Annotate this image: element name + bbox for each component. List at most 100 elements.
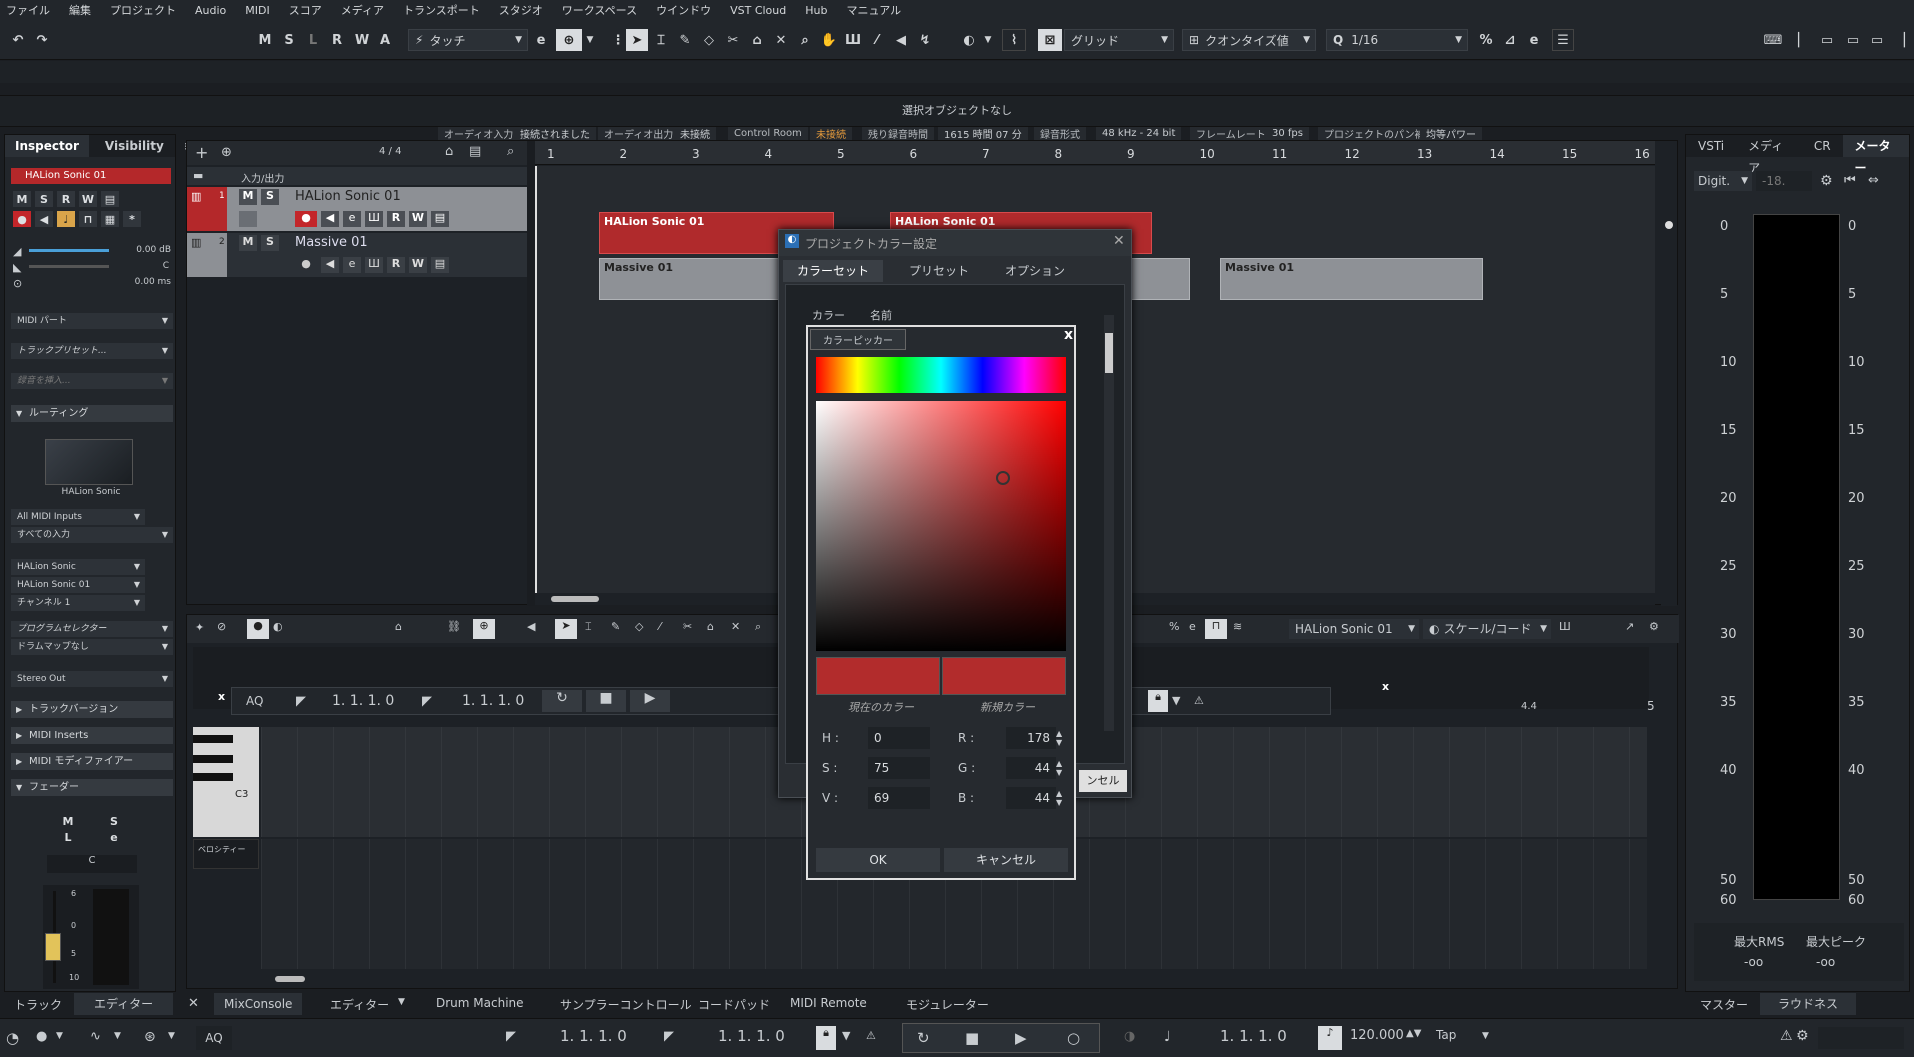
- chevron-down-icon[interactable]: ▼: [168, 1031, 175, 1041]
- settings-icon[interactable]: ⚙: [1796, 1028, 1809, 1044]
- track-preset-dropdown[interactable]: トラックプリセット... ▼: [11, 343, 173, 359]
- auto-quantize-button[interactable]: AQ: [196, 1026, 232, 1050]
- track-edit-icon[interactable]: e: [343, 257, 361, 273]
- snap-icon[interactable]: ⊕: [473, 619, 495, 639]
- frame-rate-value[interactable]: 30 fps: [1266, 125, 1309, 141]
- control-room-value[interactable]: 未接続: [810, 125, 852, 141]
- tab-cr[interactable]: CR: [1802, 135, 1843, 157]
- menu-item[interactable]: マニュアル: [846, 2, 901, 18]
- section-midi-inserts[interactable]: MIDI Inserts: [11, 727, 173, 744]
- g-stepper-icon[interactable]: ▲ ▼: [1056, 759, 1062, 777]
- snap-icon[interactable]: ⊠: [1038, 29, 1062, 51]
- aq-button[interactable]: AQ: [246, 694, 263, 708]
- menu-item[interactable]: MIDI: [245, 4, 269, 17]
- r-stepper-icon[interactable]: ▲ ▼: [1056, 729, 1062, 747]
- automation-mode-dropdown[interactable]: ⚡ タッチ ▼: [408, 29, 528, 51]
- tab-inspector[interactable]: Inspector: [5, 135, 89, 157]
- track-monitor-icon[interactable]: ◀: [321, 211, 339, 227]
- tab-modulator[interactable]: モジュレーター: [906, 996, 989, 1013]
- volume-slider[interactable]: [29, 249, 109, 252]
- punch-in-icon[interactable]: ◑: [1124, 1029, 1135, 1044]
- track-record-icon[interactable]: ●: [295, 257, 317, 273]
- stereo-out-dropdown[interactable]: Stereo Out ▼: [11, 671, 173, 687]
- draw-line-tool-icon[interactable]: ⁄: [866, 29, 888, 51]
- track-monitor-icon[interactable]: ◀: [321, 257, 339, 273]
- tab-visibility[interactable]: Visibility: [95, 135, 174, 157]
- tab-vsti[interactable]: VSTi: [1686, 135, 1736, 157]
- iq-icon[interactable]: %: [1169, 620, 1179, 633]
- chevron-down-icon[interactable]: ▼: [56, 1031, 63, 1041]
- picker-handle[interactable]: [996, 471, 1010, 485]
- quantize-type-dropdown[interactable]: ⊞ クオンタイズ値 ▼: [1182, 29, 1316, 51]
- stop-icon[interactable]: ■: [586, 690, 626, 712]
- track-name[interactable]: Massive 01: [295, 235, 368, 250]
- volume-value[interactable]: 0.00 dB: [136, 245, 171, 255]
- quantize-value-dropdown[interactable]: Q 1/16 ▼: [1326, 29, 1468, 51]
- right-position[interactable]: 1. 1. 1. 0: [462, 693, 524, 709]
- menu-item[interactable]: ワークスペース: [562, 2, 637, 18]
- menu-item[interactable]: VST Cloud: [730, 4, 786, 17]
- tab-track[interactable]: トラック: [14, 996, 62, 1013]
- zoom-tool-icon[interactable]: ⌕: [755, 620, 761, 634]
- s-field[interactable]: 75: [868, 757, 930, 779]
- scissors-tool-icon[interactable]: ✂: [683, 620, 692, 633]
- track-solo-button[interactable]: S: [261, 189, 279, 205]
- tempo-track-icon[interactable]: ♪: [1318, 1026, 1342, 1050]
- section-fader[interactable]: フェーダー: [11, 779, 173, 796]
- r-field[interactable]: 178: [1006, 727, 1056, 749]
- record-mode-icon[interactable]: ●: [247, 619, 269, 639]
- left-locator-icon[interactable]: ◤: [506, 1029, 516, 1044]
- hand-tool-icon[interactable]: ✋: [818, 29, 840, 51]
- left-locator-position[interactable]: 1. 1. 1. 0: [560, 1027, 627, 1045]
- audio-output-value[interactable]: 未接続: [674, 125, 716, 141]
- playhead[interactable]: [535, 166, 537, 596]
- lock-icon[interactable]: 🔒︎: [1148, 690, 1168, 712]
- track-list-icon[interactable]: ▤: [431, 211, 449, 227]
- monitor-icon[interactable]: ◀: [35, 211, 53, 227]
- insert-dropdown[interactable]: 録音を挿入... ▼: [11, 373, 173, 389]
- write-button[interactable]: W: [352, 29, 372, 51]
- grid-icon[interactable]: ⊓: [1205, 619, 1227, 639]
- scrollbar-thumb[interactable]: [551, 596, 599, 602]
- pan-value[interactable]: C: [163, 261, 169, 271]
- fader-mute-button[interactable]: M: [59, 813, 77, 829]
- track-instrument-icon[interactable]: Ш: [365, 211, 383, 227]
- g-field[interactable]: 44: [1006, 757, 1056, 779]
- read-button[interactable]: R: [328, 29, 346, 51]
- folder-track[interactable]: ▬ 入力/出力: [187, 167, 527, 185]
- edit-icon[interactable]: e: [1189, 620, 1196, 633]
- cycle-icon[interactable]: ↻: [917, 1029, 930, 1047]
- tempo-value[interactable]: 120.000: [1350, 1028, 1404, 1043]
- mute-button[interactable]: M: [256, 29, 274, 51]
- edit-quantize-icon[interactable]: e: [1524, 29, 1544, 51]
- chevron-down-icon[interactable]: ▼: [114, 1031, 121, 1041]
- close-icon[interactable]: x: [1382, 680, 1389, 693]
- inspector-solo-button[interactable]: S: [35, 191, 53, 207]
- color-icon[interactable]: ◐: [956, 29, 982, 51]
- metronome-icon[interactable]: ⚠: [1780, 1028, 1793, 1044]
- chevron-down-icon[interactable]: ▼: [398, 997, 405, 1007]
- inspector-write-button[interactable]: W: [79, 191, 97, 207]
- asterisk-icon[interactable]: *: [123, 211, 141, 227]
- step-icon[interactable]: ◐: [273, 620, 283, 633]
- quantize-apply-icon[interactable]: ⊿: [1500, 29, 1520, 51]
- inspector-read-button[interactable]: R: [57, 191, 75, 207]
- pitch-icon[interactable]: ⚠: [866, 1029, 876, 1042]
- add-folder-icon[interactable]: ⊕: [221, 145, 232, 160]
- right-zone-icon[interactable]: ▕: [1890, 29, 1910, 51]
- reset-icon[interactable]: ⏮: [1844, 173, 1856, 188]
- piano-keyboard[interactable]: C3: [193, 727, 259, 837]
- comp-tool-icon[interactable]: ↯: [914, 29, 936, 51]
- track-divider[interactable]: [527, 141, 535, 606]
- speaker-tool-icon[interactable]: ◀: [890, 29, 912, 51]
- pitch-icon[interactable]: ⚠: [1194, 694, 1204, 707]
- v-field[interactable]: 69: [868, 787, 930, 809]
- waveform-icon[interactable]: ∿: [90, 1029, 101, 1044]
- track-list-icon[interactable]: ▤: [431, 257, 449, 273]
- chevron-down-icon[interactable]: ▼: [584, 29, 596, 51]
- right-locator-position[interactable]: 1. 1. 1. 0: [718, 1027, 785, 1045]
- list-icon[interactable]: ▦: [101, 211, 119, 227]
- grid-type-dropdown[interactable]: グリッド ▼: [1064, 29, 1174, 51]
- glue-tool-icon[interactable]: ⌂: [746, 29, 768, 51]
- timewarp-tool-icon[interactable]: Ш: [842, 29, 864, 51]
